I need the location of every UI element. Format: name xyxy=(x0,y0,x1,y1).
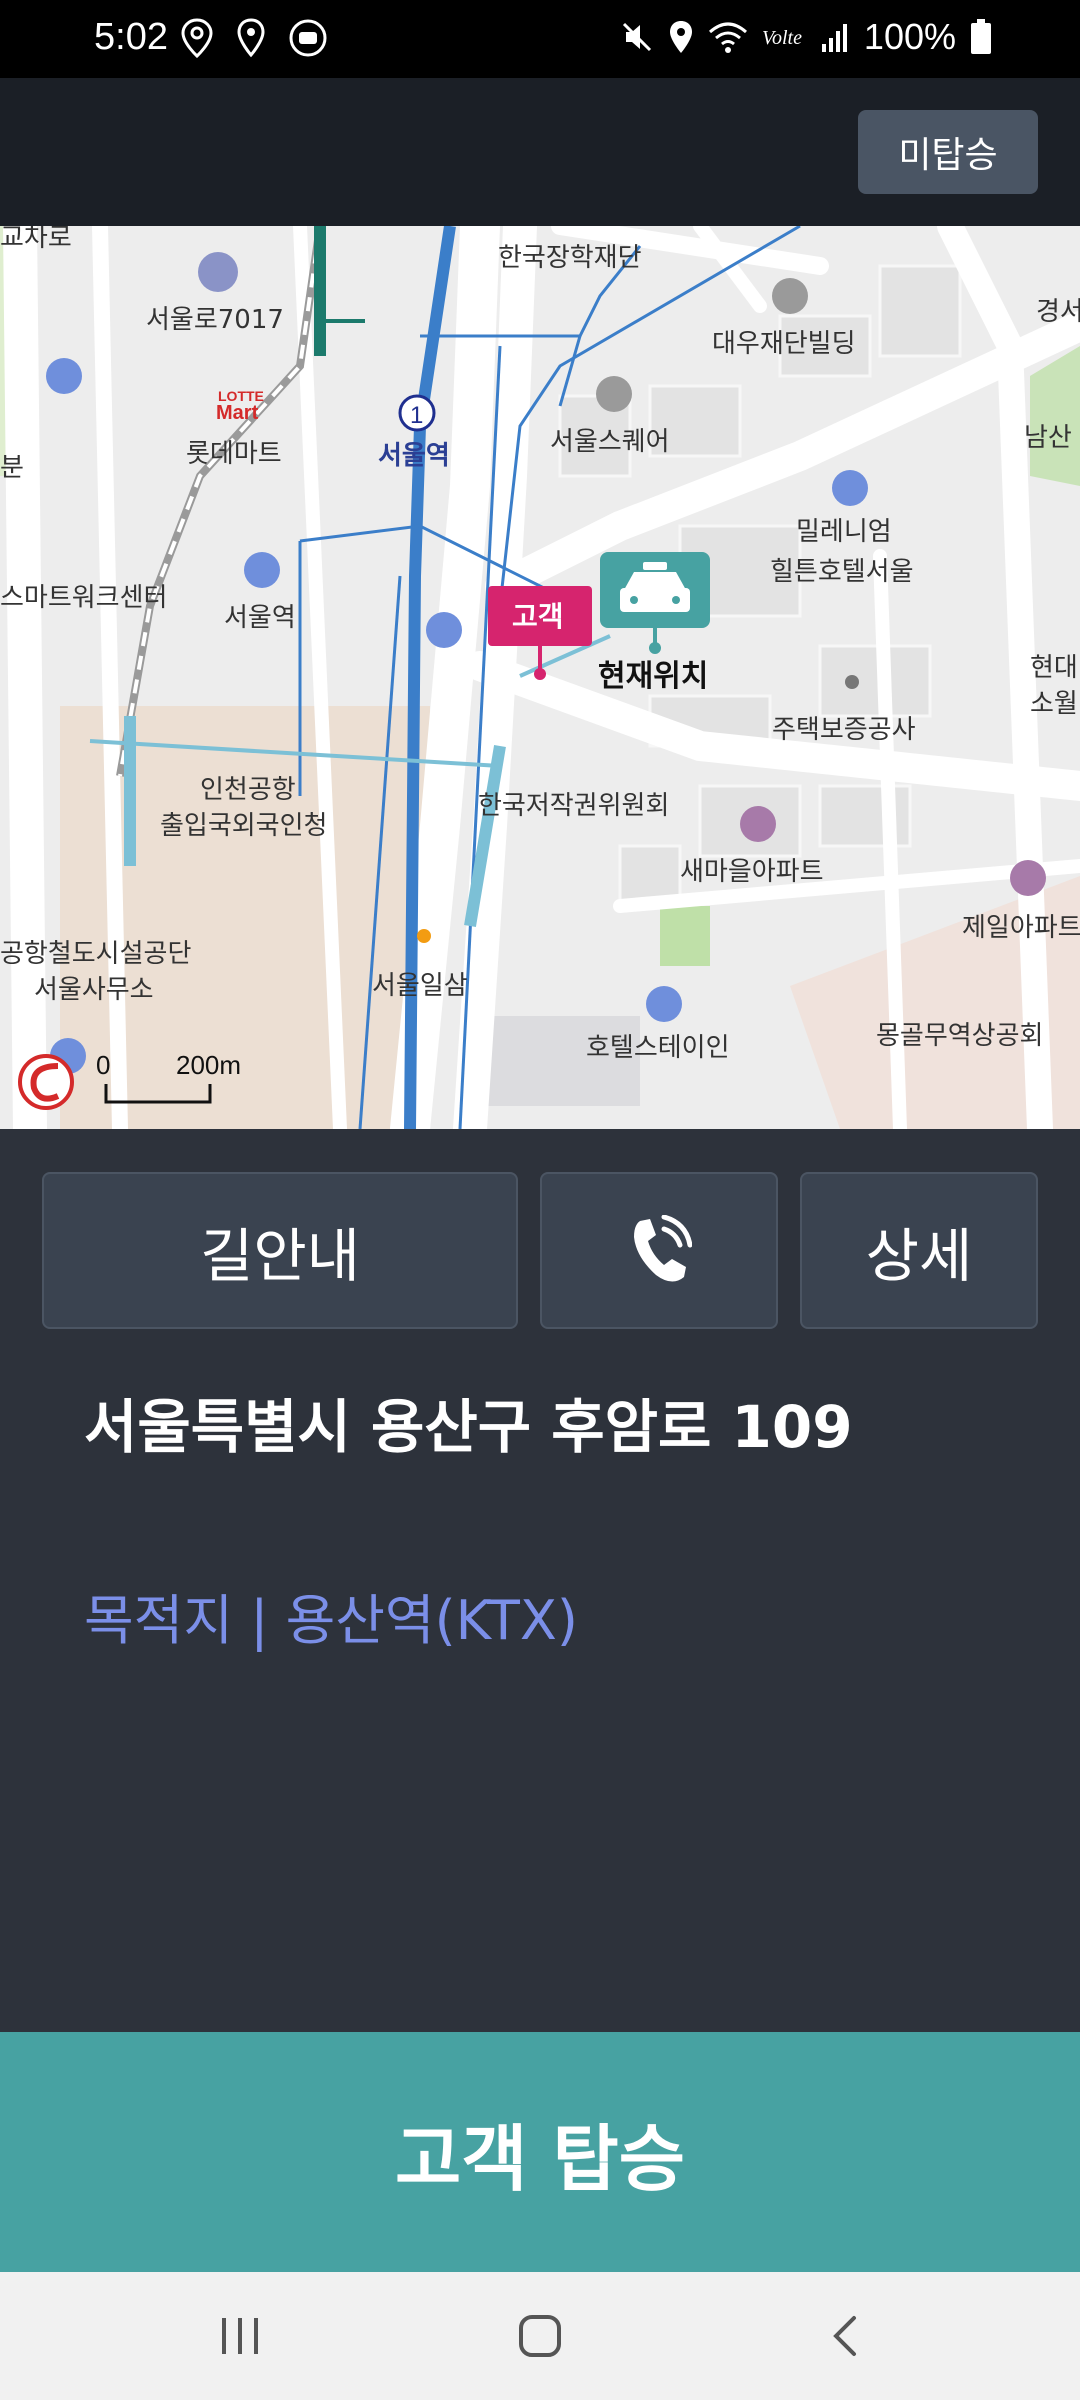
location-pin-outline-icon xyxy=(181,18,213,58)
pickup-address: 서울특별시 용산구 후암로 109 xyxy=(84,1393,853,1461)
battery-percent: 100% xyxy=(863,16,956,57)
action-bar: 길안내 상세 xyxy=(0,1129,1080,1329)
map-label-namsan: 남산 xyxy=(1024,423,1072,453)
map-label-copyright: 한국저작권위원회 xyxy=(478,791,669,821)
top-bar: 미탑승 xyxy=(0,78,1080,226)
map-label-smartwork: 스마트워크센터 xyxy=(0,583,167,613)
home-icon xyxy=(519,2315,561,2357)
map-label-millennium-2: 힐튼호텔서울 xyxy=(770,557,914,587)
destination-text: 목적지 | 용산역(KTX) xyxy=(84,1589,578,1652)
map-label-korea-scholarship: 한국장학재단 xyxy=(498,243,642,273)
map-label-jeil: 제일아파트 xyxy=(962,913,1080,943)
map-label-millennium-1: 밀레니엄 xyxy=(796,517,892,547)
map-label-right-3: 소월 xyxy=(1030,689,1078,719)
status-time: 5:02 xyxy=(94,16,168,58)
phone-ringing-icon xyxy=(634,1214,692,1282)
detail-label: 상세 xyxy=(865,1221,973,1290)
app-circle-icon xyxy=(289,19,327,57)
svg-text:1: 1 xyxy=(410,402,423,429)
map-label-saemaeul: 새마을아파트 xyxy=(680,857,824,887)
taxi-location-marker[interactable]: 현재위치 xyxy=(598,552,710,694)
location-icon xyxy=(669,21,692,53)
map-label-mongol: 몽골무역상공회 xyxy=(876,1021,1043,1051)
map-label-housing: 주택보증공사 xyxy=(772,715,916,745)
map-label-seoul-station-bus: 서울역 xyxy=(224,603,296,633)
svg-text:고객: 고객 xyxy=(512,600,564,633)
map-label-right-2: 현대 xyxy=(1030,653,1078,683)
map-canvas[interactable]: LOTTE Mart 1 교차로 서울로7017 롯데마트 서울역 한국장학재단… xyxy=(0,226,1080,1129)
navigate-button[interactable]: 길안내 xyxy=(42,1172,518,1329)
status-bar: 5:02 Volte 100% xyxy=(0,0,1080,78)
map-label-left: 분 xyxy=(0,453,24,483)
map-brand-logo-icon xyxy=(18,1054,74,1110)
mute-icon xyxy=(622,22,651,52)
map-view[interactable]: LOTTE Mart 1 교차로 서울로7017 롯데마트 서울역 한국장학재단… xyxy=(0,226,1080,1129)
navigate-label: 길안내 xyxy=(199,1221,361,1290)
map-label-hotel-stay: 호텔스테이인 xyxy=(586,1033,730,1063)
detail-button[interactable]: 상세 xyxy=(800,1172,1038,1329)
back-icon xyxy=(833,2316,856,2356)
location-pin-icon xyxy=(237,18,265,58)
customer-boarding-button[interactable]: 고객 탑승 xyxy=(0,2032,1080,2272)
map-label-right-1: 경서 xyxy=(1036,297,1080,327)
svg-text:0: 0 xyxy=(96,1050,110,1080)
map-label-seoul-square: 서울스퀘어 xyxy=(550,427,670,457)
map-label-lotte-mart: 롯데마트 xyxy=(186,439,282,469)
map-label-seoullo: 서울로7017 xyxy=(146,305,284,335)
recent-apps-button[interactable] xyxy=(200,2306,280,2366)
back-button[interactable] xyxy=(805,2306,885,2366)
status-notification-icons xyxy=(180,18,328,58)
system-navigation-bar xyxy=(0,2272,1080,2400)
map-label-seoul-station: 서울역 xyxy=(378,441,450,471)
map-label-incheon-2: 출입국외국인청 xyxy=(160,811,327,841)
lotte-mart-logo: LOTTE Mart xyxy=(216,388,264,424)
volte-icon: Volte xyxy=(762,27,802,49)
map-label-daewoo: 대우재단빌딩 xyxy=(712,329,856,359)
wifi-icon xyxy=(708,22,747,53)
map-label-partial: 교차로 xyxy=(0,226,72,253)
map-label-rail-facility-2: 서울사무소 xyxy=(34,975,154,1005)
svg-text:Mart: Mart xyxy=(216,402,259,424)
map-label-seoul-ilsam: 서울일삼 xyxy=(372,971,468,1001)
call-button[interactable] xyxy=(540,1172,778,1329)
svg-text:200m: 200m xyxy=(176,1050,241,1080)
svg-text:현재위치: 현재위치 xyxy=(598,659,708,694)
svg-text:Volte: Volte xyxy=(762,27,802,49)
signal-icon xyxy=(821,24,847,52)
map-label-rail-facility-1: 공항철도시설공단 xyxy=(0,939,191,969)
map-label-incheon-1: 인천공항 xyxy=(200,775,296,805)
home-button[interactable] xyxy=(500,2306,580,2366)
not-boarded-button[interactable]: 미탑승 xyxy=(858,110,1038,194)
battery-icon xyxy=(971,19,991,54)
status-system-icons: Volte 100% xyxy=(620,16,992,58)
recent-apps-icon xyxy=(222,2318,258,2354)
